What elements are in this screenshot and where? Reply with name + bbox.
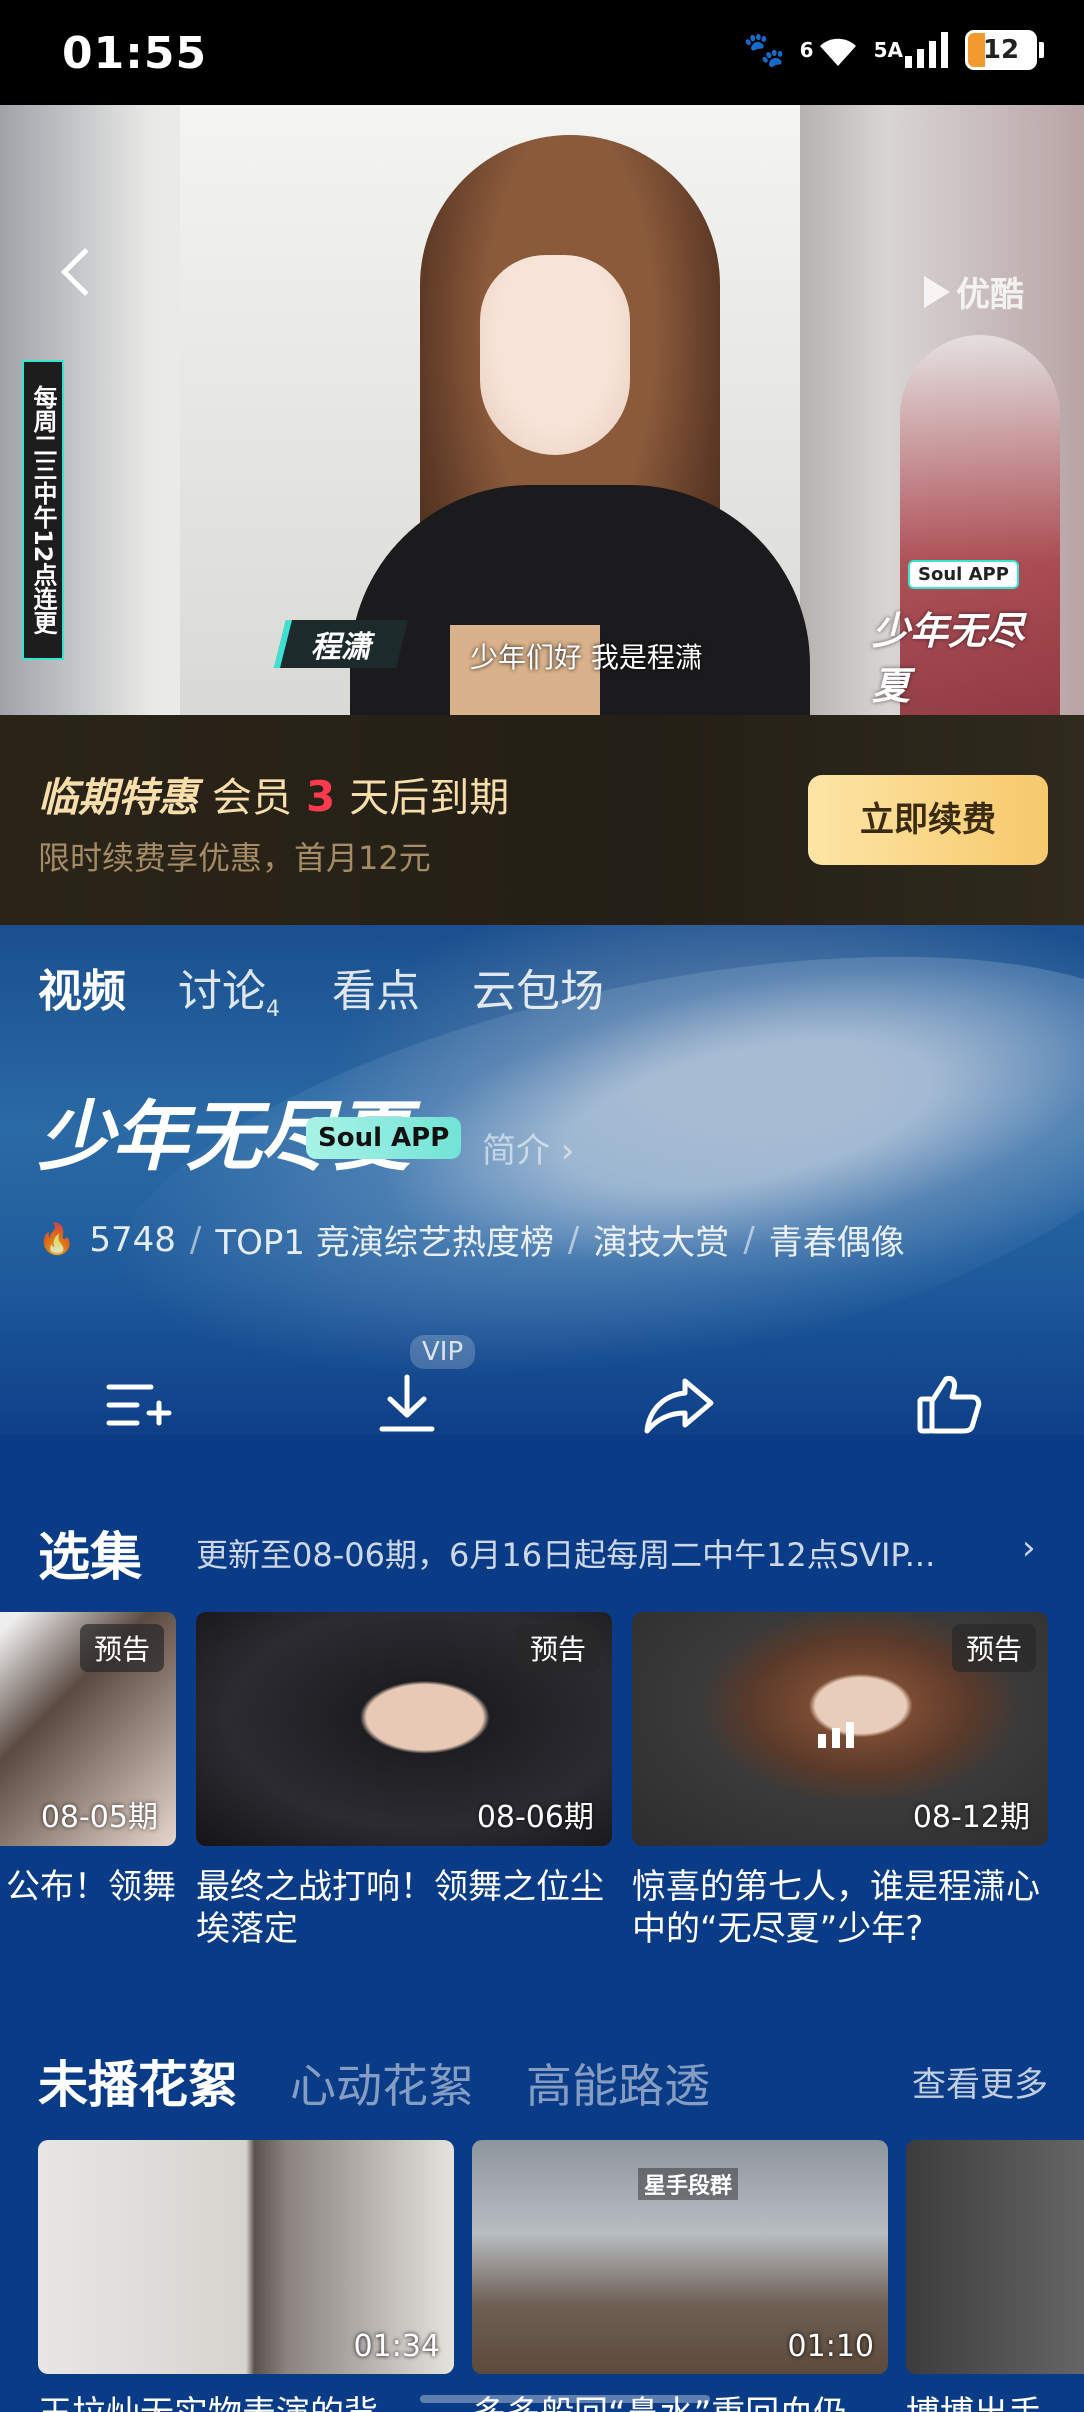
download-vip-badge: VIP [410,1335,476,1369]
soul-app-badge: Soul APP [306,1117,462,1159]
share-icon[interactable] [633,1365,723,1435]
clip-thumbnail [906,2140,1084,2374]
youku-logo-icon: 优酷 [924,267,1024,316]
vip-title-strong: 临期特惠 [38,775,198,821]
clip-caption: 博博出手 [906,2386,1084,2412]
episode-caption: 惊喜的第七人，谁是程潇心中的“无尽夏”少年? [632,1867,1040,1949]
tab-discussion-label: 讨论 [178,966,266,1017]
episode-card[interactable]: 预告 08-05期 公布！领舞 [0,1612,176,1908]
network-label-5a: 5A [873,38,903,62]
episode-caption: 最终之战打响！领舞之位尘埃落定 [196,1867,604,1949]
tab-highlights[interactable]: 看点 [332,955,420,1022]
episode-thumbnail: 预告 08-06期 [196,1612,612,1846]
clip-thumbnail: 星手段群 01:10 [472,2140,888,2374]
content-tabs: 视频 讨论4 看点 云包场 [38,955,604,1022]
caption-name: 程潇 [274,620,408,668]
vip-title-post: 天后到期 [349,775,510,821]
tab-discussion[interactable]: 讨论4 [178,955,280,1022]
show-hero: 视频 讨论4 看点 云包场 少年无尽夏 Soul APP 简介 › 🔥 5748… [0,925,1084,1435]
clip-duration: 01:10 [787,2329,874,2364]
battery-icon: 12 [965,30,1044,70]
show-tags: 🔥 5748 / TOP1 竞演综艺热度榜 / 演技大赏 / 青春偶像 [38,1215,905,1264]
episode-thumbnail: 预告 08-12期 [632,1612,1048,1846]
episodes-title: 选集 [38,1528,143,1588]
show-logo-small: 少年无尽夏 [872,609,1025,708]
network-label-6: 6 [799,38,814,62]
clips-tab-high-energy[interactable]: 高能路透 [526,2050,710,2116]
vip-subtitle: 限时续费享优惠，首月12元 [38,839,431,877]
playing-indicator-icon [818,1722,854,1748]
caption-text: 少年们好 我是程潇 [470,641,703,674]
tag-youth-idol[interactable]: 青春偶像 [769,1215,905,1264]
tab-cloud-screening[interactable]: 云包场 [472,955,604,1022]
episode-list: 预告 08-05期 公布！领舞 预告 08-06期 最终之战打响！领舞之位尘埃落… [0,1612,1084,1972]
episode-tag: 预告 [79,1624,164,1672]
episode-card[interactable]: 预告 08-12期 惊喜的第七人，谁是程潇心中的“无尽夏”少年? [632,1612,1048,1950]
episode-tag: 预告 [515,1624,600,1672]
see-more-link[interactable]: 查看更多 [912,2057,1048,2106]
clip-list: 01:34 王拉灿无实物表演的背 星手段群 01:10 多多般回“鼻水”重回血仍… [0,2140,1084,2412]
tab-discussion-count: 4 [266,996,280,1022]
status-icons: 🐾 6 5A 12 [743,30,1044,70]
clip-card[interactable]: 01:34 王拉灿无实物表演的背 [38,2140,454,2412]
clip-card[interactable]: 星手段群 01:10 多多般回“鼻水”重回血仍 [472,2140,888,2412]
schedule-side-tag: 每周二三中午12点连更 [22,360,64,660]
episode-number: 08-05期 [40,1800,158,1835]
vip-title-pre: 会员 [212,775,292,821]
clip-duration: 01:34 [353,2329,440,2364]
vip-title: 临期特惠 会员 3 天后到期 [38,765,509,823]
home-indicator[interactable] [420,2395,710,2403]
clips-tab-heartbeat[interactable]: 心动花絮 [290,2050,474,2116]
episode-card[interactable]: 预告 08-06期 最终之战打响！领舞之位尘埃落定 [196,1612,612,1950]
vip-expiry-banner: 临期特惠 会员 3 天后到期 限时续费享优惠，首月12元 立即续费 [0,715,1084,925]
clip-thumbnail: 01:34 [38,2140,454,2374]
tag-acting[interactable]: 演技大赏 [593,1215,729,1264]
clip-caption: 王拉灿无实物表演的背 [38,2386,454,2412]
download-icon[interactable] [362,1365,452,1435]
chevron-right-icon[interactable]: › [1022,1528,1036,1568]
flame-icon: 🔥 [38,1222,76,1257]
wifi-icon: 6 [800,32,860,68]
episode-thumbnail: 预告 08-05期 [0,1612,176,1846]
action-bar [0,1365,1084,1435]
tag-ranking[interactable]: TOP1 竞演综艺热度榜 [215,1215,553,1264]
clips-tab-unaired[interactable]: 未播花絮 [38,2045,238,2117]
heat-score: 5748 [89,1219,176,1260]
add-to-playlist-icon[interactable] [91,1365,181,1435]
intro-link[interactable]: 简介 › [482,1123,574,1172]
battery-level: 12 [965,30,1037,70]
back-icon[interactable] [60,247,110,297]
signal-icon: 5A [874,32,951,68]
status-time: 01:55 [62,28,208,79]
episode-number: 08-12期 [912,1800,1030,1835]
clips-header: 未播花絮 心动花絮 高能路透 [38,2045,1048,2117]
like-icon[interactable] [904,1365,994,1435]
episodes-update-info[interactable]: 更新至08-06期，6月16日起每周二中午12点SVIP... [196,1530,1016,1576]
brand-name: 优酷 [956,275,1024,315]
paw-icon: 🐾 [743,30,786,70]
clip-card[interactable]: 博博出手 [906,2140,1084,2412]
episode-number: 08-06期 [476,1800,594,1835]
tab-video[interactable]: 视频 [38,955,126,1022]
episode-tag: 预告 [951,1624,1036,1672]
vip-days: 3 [306,772,336,821]
soul-badge-small: Soul APP [908,560,1019,589]
status-bar: 01:55 🐾 6 5A 12 [0,0,1084,105]
clip-overlay-tag: 星手段群 [638,2168,739,2200]
episode-caption: 公布！领舞 [6,1867,176,1907]
renew-button[interactable]: 立即续费 [808,775,1048,865]
episodes-header: 选集 [38,1515,142,1590]
